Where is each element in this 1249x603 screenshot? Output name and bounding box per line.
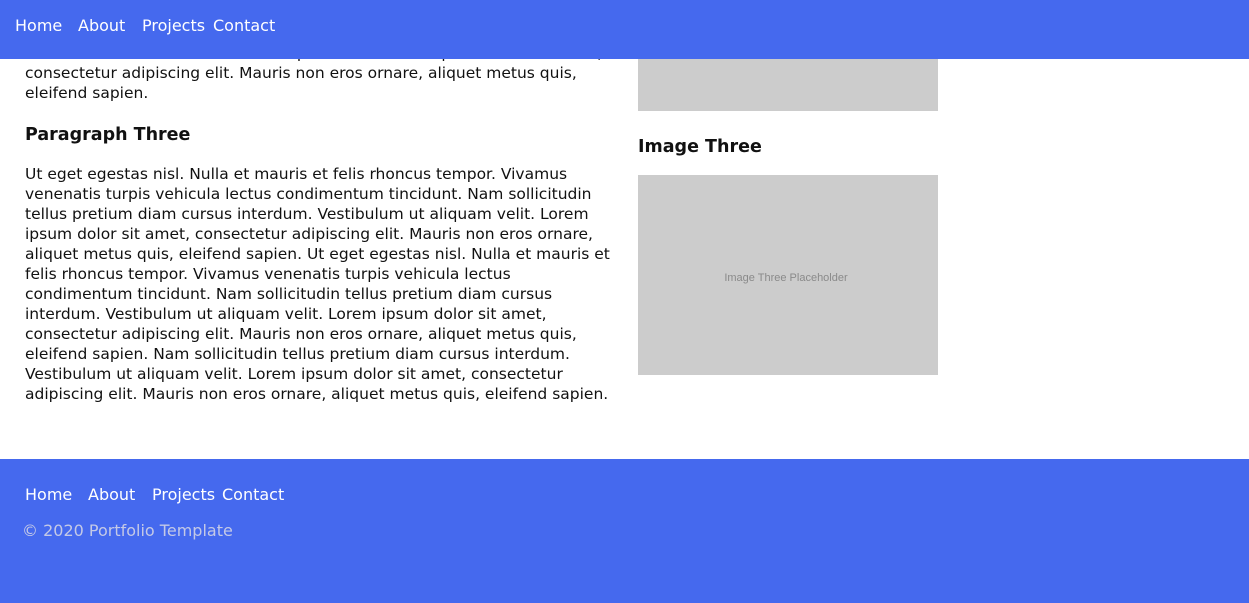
footer-link-contact[interactable]: Contact: [222, 485, 284, 505]
footer: Home About Projects Contact © 2020 Portf…: [0, 459, 1249, 603]
paragraph-three-heading: Paragraph Three: [25, 125, 191, 145]
image-three-caption: Image Three Placeholder: [724, 272, 848, 284]
footer-link-about[interactable]: About: [88, 485, 135, 505]
image-three-placeholder: Image Three Placeholder: [638, 175, 938, 375]
footer-link-projects[interactable]: Projects: [152, 485, 215, 505]
footer-link-home[interactable]: Home: [25, 485, 72, 505]
paragraph-three-text: Ut eget egestas nisl. Nulla et mauris et…: [25, 165, 610, 403]
image-three-heading: Image Three: [638, 137, 762, 157]
copyright-text: © 2020 Portfolio Template: [22, 521, 233, 540]
top-navigation-bar: Home About Projects Contact: [0, 0, 1249, 59]
page: Ut eget egestas nisl. Nulla et mauris et…: [0, 0, 1249, 603]
nav-link-contact[interactable]: Contact: [213, 16, 275, 36]
nav-link-projects[interactable]: Projects: [142, 16, 205, 36]
main-content: Ut eget egestas nisl. Nulla et mauris et…: [0, 0, 1249, 459]
nav-link-home[interactable]: Home: [15, 16, 62, 36]
nav-link-about[interactable]: About: [78, 16, 125, 36]
